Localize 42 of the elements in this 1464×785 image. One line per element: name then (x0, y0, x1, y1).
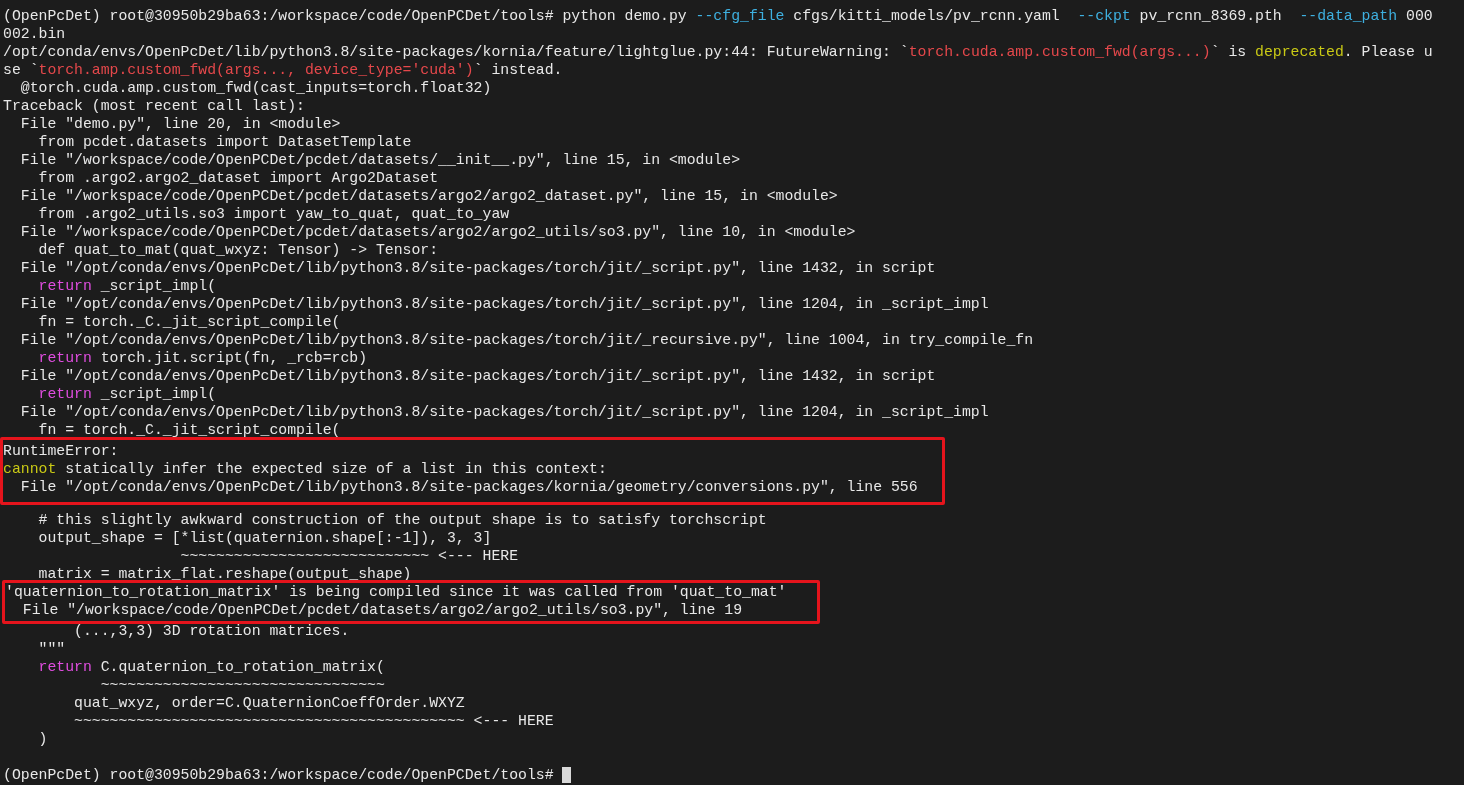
terminal-line: from .argo2_utils.so3 import yaw_to_quat, quat_to_yaw (37, 205, 510, 223)
terminal-line: matrix = matrix_flat.reshape(output_shape) (37, 565, 412, 583)
terminal-line: return C.quaternion_to_rotation_matrix( (37, 658, 385, 676)
terminal-line: quat_wxyz, order=C.QuaternionCoeffOrder.WXYZ (73, 694, 465, 712)
terminal-line: (...,3,3) 3D rotation matrices. (73, 622, 350, 640)
terminal-line: return _script_impl( (37, 385, 217, 403)
terminal-line: RuntimeError: (3, 442, 119, 460)
terminal-line: ~~~~~~~~~~~~~~~~~~~~~~~~~~~~~~~~ (99, 676, 385, 694)
terminal-line: cannot statically infer the expected size of a list in this context: (3, 460, 607, 478)
terminal-line: output_shape = [*list(quaternion.shape[:-1]), 3, 3] (37, 529, 492, 547)
terminal-line: File "/opt/conda/envs/OpenPcDet/lib/python3.8/site-packages/kornia/geometry/conversions.py", line 556 (19, 478, 918, 496)
terminal-line: (OpenPcDet) root@30950b29ba63:/workspace/code/OpenPCDet/tools# python demo.py --cfg_file cfgs/kitti_models/pv_rcnn.yaml --ckpt pv_rcnn_8369.pth --data_path 000 (3, 7, 1433, 25)
terminal-line: from pcdet.datasets import DatasetTemplate (37, 133, 412, 151)
terminal-line: ~~~~~~~~~~~~~~~~~~~~~~~~~~~~ <--- HERE (179, 547, 518, 565)
terminal-line: ) (37, 730, 48, 748)
terminal-line: se `torch.amp.custom_fwd(args..., device_type='cuda')` instead. (3, 61, 563, 79)
terminal-line: """ (37, 640, 66, 658)
terminal-line: File "/workspace/code/OpenPCDet/pcdet/datasets/argo2/argo2_utils/so3.py", line 10, in <module> (19, 223, 856, 241)
terminal-line: # this slightly awkward construction of the output shape is to satisfy torchscript (37, 511, 767, 529)
terminal-line: File "/opt/conda/envs/OpenPcDet/lib/python3.8/site-packages/torch/jit/_script.py", line 1204, in _script_impl (19, 403, 989, 421)
terminal-line: File "/opt/conda/envs/OpenPcDet/lib/python3.8/site-packages/torch/jit/_recursive.py", line 1004, in try_compile_fn (19, 331, 1034, 349)
terminal-line: from .argo2.argo2_dataset import Argo2Dataset (37, 169, 439, 187)
terminal-line: def quat_to_mat(quat_wxyz: Tensor) -> Tensor: (37, 241, 439, 259)
terminal-line: @torch.cuda.amp.custom_fwd(cast_inputs=torch.float32) (19, 79, 492, 97)
terminal-line: return torch.jit.script(fn, _rcb=rcb) (37, 349, 368, 367)
terminal-line: return _script_impl( (37, 277, 217, 295)
terminal-line: Traceback (most recent call last): (3, 97, 305, 115)
cursor-icon (562, 767, 572, 783)
terminal-line: File "/workspace/code/OpenPCDet/pcdet/datasets/argo2/argo2_utils/so3.py", line 19 (21, 601, 742, 619)
terminal-line: fn = torch._C._jit_script_compile( (37, 421, 341, 439)
terminal-line: ~~~~~~~~~~~~~~~~~~~~~~~~~~~~~~~~~~~~~~~~~~~~ <--- HERE (73, 712, 554, 730)
terminal-line: File "/opt/conda/envs/OpenPcDet/lib/python3.8/site-packages/torch/jit/_script.py", line 1432, in script (19, 259, 936, 277)
terminal-line: File "/opt/conda/envs/OpenPcDet/lib/python3.8/site-packages/torch/jit/_script.py", line 1204, in _script_impl (19, 295, 989, 313)
terminal-line: File "demo.py", line 20, in <module> (19, 115, 341, 133)
terminal-line: /opt/conda/envs/OpenPcDet/lib/python3.8/site-packages/kornia/feature/lightglue.py:44: FutureWarning: `torch.cuda.amp.custom_fwd(args...)` is deprecated. Please u (3, 43, 1433, 61)
terminal-line: fn = torch._C._jit_script_compile( (37, 313, 341, 331)
terminal-line: File "/workspace/code/OpenPCDet/pcdet/datasets/__init__.py", line 15, in <module> (19, 151, 740, 169)
terminal-line: File "/workspace/code/OpenPCDet/pcdet/datasets/argo2/argo2_dataset.py", line 15, in <module> (19, 187, 838, 205)
terminal-line: 002.bin (3, 25, 66, 43)
prompt-line: (OpenPcDet) root@30950b29ba63:/workspace/code/OpenPCDet/tools# (3, 766, 555, 784)
terminal-line: File "/opt/conda/envs/OpenPcDet/lib/python3.8/site-packages/torch/jit/_script.py", line 1432, in script (19, 367, 936, 385)
terminal-line: 'quaternion_to_rotation_matrix' is being compiled since it was called from 'quat_to_mat' (5, 583, 787, 601)
